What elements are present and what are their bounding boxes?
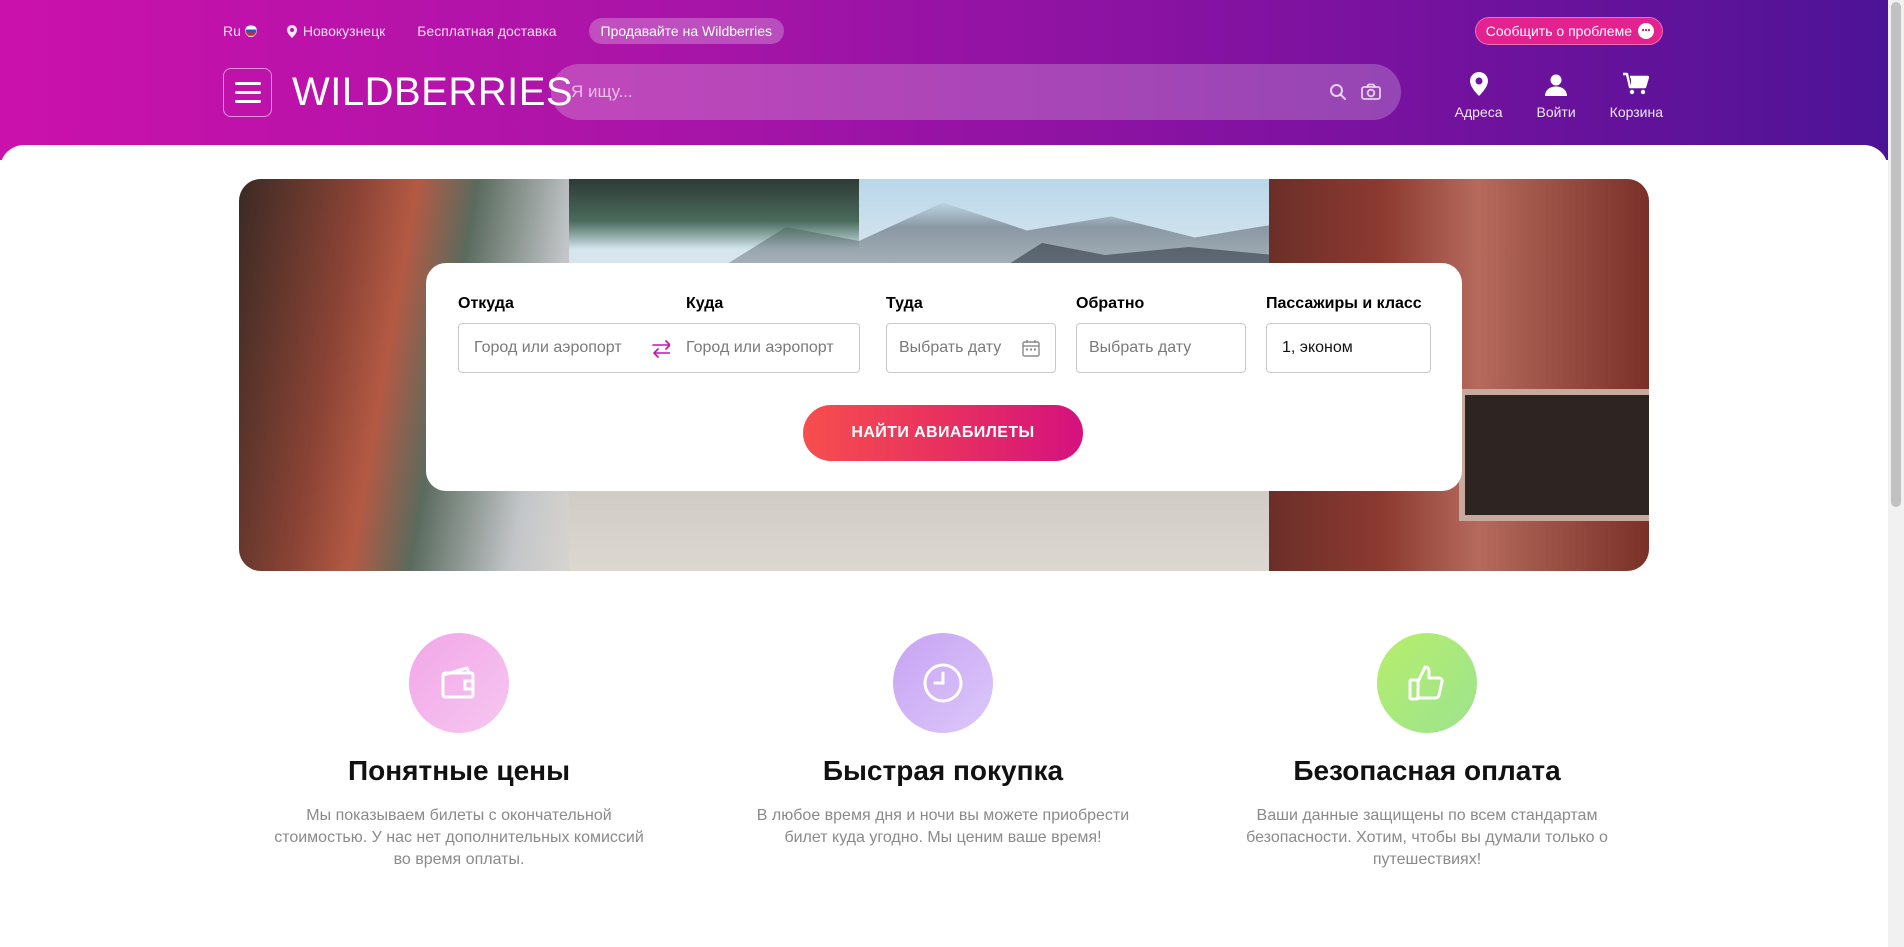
cart-label: Корзина [1609, 104, 1663, 120]
location-pin-icon [286, 24, 297, 38]
russia-flag-icon [244, 25, 257, 37]
login-button[interactable]: Войти [1536, 64, 1576, 120]
depart-label: Туда [886, 295, 923, 312]
feature-clear-prices: Понятные цены Мы показываем билеты с око… [249, 633, 669, 871]
feature-icon-circle [893, 633, 993, 733]
feature-title: Понятные цены [348, 755, 570, 786]
find-flights-button[interactable]: НАЙТИ АВИАБИЛЕТЫ [803, 405, 1083, 461]
feature-description: В любое время дня и ночи вы можете приоб… [756, 807, 1130, 846]
return-placeholder: Выбрать дату [1089, 339, 1192, 356]
depart-date-field[interactable]: Выбрать дату [886, 323, 1056, 373]
language-switcher[interactable]: Ru [223, 23, 257, 39]
header-actions: Адреса Войти Корзина [1455, 64, 1663, 120]
passengers-label: Пассажиры и класс [1266, 295, 1422, 312]
report-problem-button[interactable]: Сообщить о проблеме [1474, 17, 1663, 45]
from-label: Откуда [458, 295, 514, 312]
calendar-icon [1022, 340, 1040, 357]
burger-line [234, 81, 261, 85]
feature-description: Ваши данные защищены по всем стандартам … [1246, 807, 1608, 868]
feature-fast-purchase: Быстрая покупка В любое время дня и ночи… [733, 633, 1153, 849]
to-placeholder: Город или аэропорт [686, 339, 834, 356]
feature-icon-circle [1377, 633, 1477, 733]
to-label: Куда [686, 295, 724, 312]
user-icon [1545, 74, 1568, 96]
search-bar [551, 64, 1401, 120]
flight-search-form: Откуда Город или аэропорт Куда Город или… [426, 263, 1462, 491]
page-scrollbar[interactable] [1888, 0, 1904, 947]
from-field[interactable]: Город или аэропорт [458, 323, 676, 373]
from-placeholder: Город или аэропорт [474, 339, 622, 356]
main-bar: WILDBERRIES Адреса Войти Корзина [223, 64, 1663, 120]
logo[interactable]: WILDBERRIES [292, 70, 573, 115]
search-input[interactable] [571, 82, 1329, 102]
free-delivery-link[interactable]: Бесплатная доставка [417, 23, 556, 39]
top-bar: Ru Новокузнецк Бесплатная доставка Прода… [223, 17, 1663, 45]
return-label: Обратно [1076, 295, 1145, 312]
chat-icon [1638, 23, 1654, 39]
location-pin-icon [1469, 72, 1488, 96]
login-label: Войти [1536, 104, 1576, 120]
clock-icon [923, 663, 963, 703]
burger-line [234, 90, 261, 94]
city-label: Новокузнецк [302, 23, 386, 39]
wallet-icon [441, 666, 475, 699]
feature-description: Мы показываем билеты с окончательной сто… [274, 807, 644, 868]
scrollbar-thumb[interactable] [1891, 2, 1901, 507]
feature-title: Безопасная оплата [1293, 755, 1561, 786]
burger-line [234, 99, 261, 103]
feature-title: Быстрая покупка [822, 755, 1064, 786]
to-field[interactable]: Город или аэропорт [670, 323, 860, 373]
search-icon[interactable] [1329, 83, 1347, 101]
cart-icon [1623, 72, 1650, 95]
hero-ground [569, 481, 1269, 571]
passengers-value: 1, эконом [1282, 339, 1353, 356]
addresses-label: Адреса [1454, 104, 1503, 120]
report-problem-label: Сообщить о проблеме [1485, 23, 1632, 39]
language-label: Ru [223, 23, 241, 39]
city-selector[interactable]: Новокузнецк [286, 23, 386, 39]
feature-secure-payment: Безопасная оплата Ваши данные защищены п… [1217, 633, 1637, 871]
cart-button[interactable]: Корзина [1610, 64, 1663, 120]
feature-icon-circle [409, 633, 509, 733]
camera-icon[interactable] [1361, 83, 1381, 101]
site-header: Ru Новокузнецк Бесплатная доставка Прода… [0, 0, 1904, 160]
addresses-button[interactable]: Адреса [1454, 64, 1503, 120]
menu-button[interactable] [223, 67, 272, 117]
passengers-field[interactable]: 1, эконом [1266, 323, 1431, 373]
return-date-field[interactable]: Выбрать дату [1076, 323, 1246, 373]
sell-on-wildberries-button[interactable]: Продавайте на Wildberries [588, 18, 785, 44]
thumbs-up-icon [1408, 665, 1444, 701]
depart-placeholder: Выбрать дату [899, 339, 1002, 356]
